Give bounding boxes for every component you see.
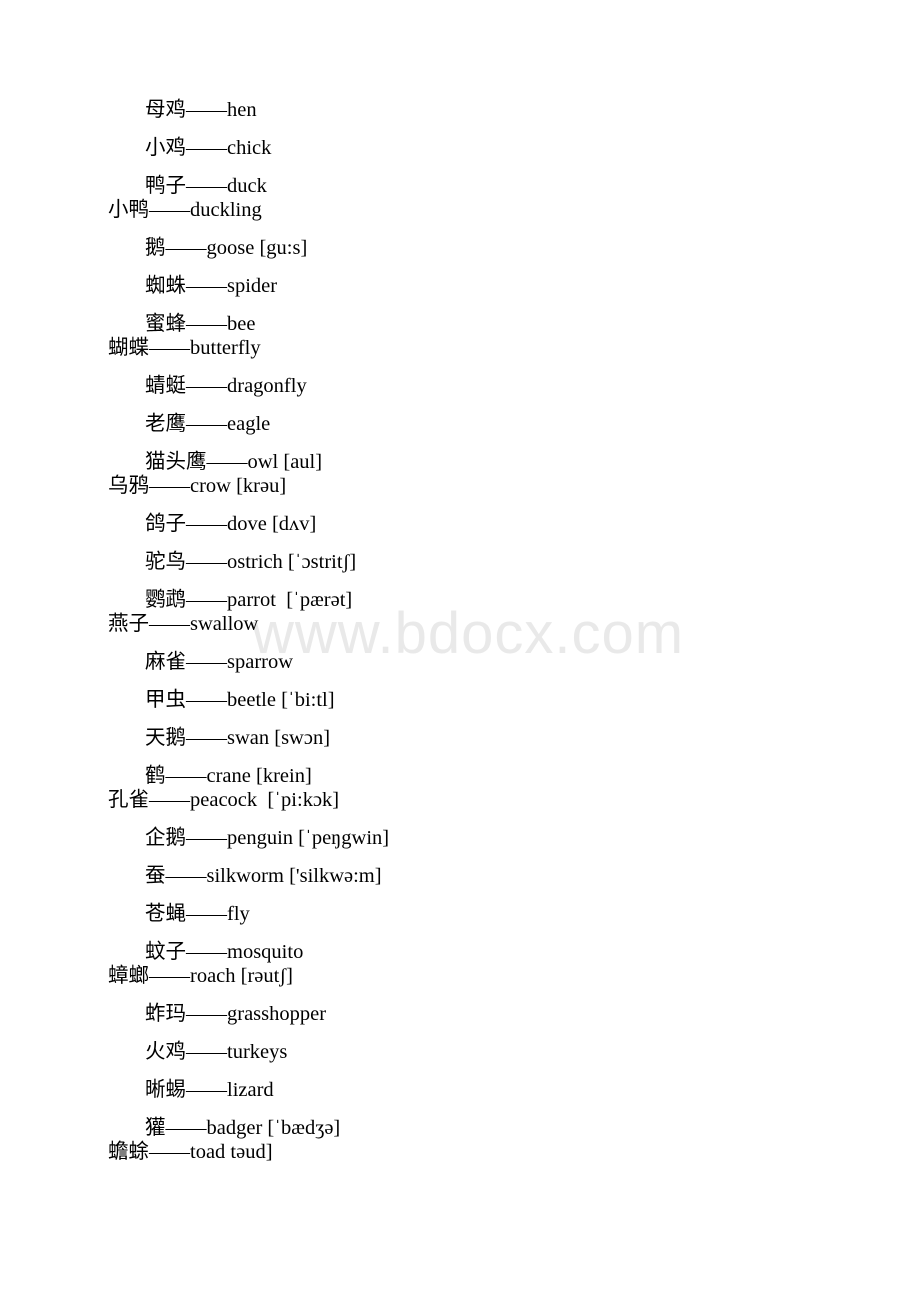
- entry-line-primary: 老鹰——eagle: [145, 413, 271, 435]
- vocabulary-list: 母鸡——hen 小鸡——chick 鸭子——duck 小鸭——duckling 鹅——g…: [108, 98, 868, 1178]
- vocabulary-entry: 鸽子——dove [dʌv]: [108, 512, 868, 536]
- vocabulary-entry: 企鹅——penguin [ˈpeŋgwin]: [108, 826, 868, 850]
- entry-line-primary: 猫头鹰——owl [aul]: [145, 451, 323, 473]
- vocabulary-entry: 天鹅——swan [swɔn]: [108, 726, 868, 750]
- entry-line-primary: 鸭子——duck: [145, 175, 267, 197]
- vocabulary-entry: 小鸡——chick: [108, 136, 868, 160]
- entry-line-primary: 蚊子——mosquito: [145, 941, 304, 963]
- entry-line-primary: 苍蝇——fly: [145, 903, 250, 925]
- entry-line-primary: 蜻蜓——dragonfly: [145, 375, 307, 397]
- vocabulary-entry: 火鸡——turkeys: [108, 1040, 868, 1064]
- entry-line-primary: 甲虫——beetle [ˈbi:tl]: [145, 689, 335, 711]
- vocabulary-entry: 蚕——silkworm ['silkwə:m]: [108, 864, 868, 888]
- document-page: www.bdocx.com 母鸡——hen 小鸡——chick 鸭子——duck 小鸭…: [0, 0, 920, 1302]
- entry-line-primary: 小鸡——chick: [145, 137, 272, 159]
- entry-line-primary: 蚕——silkworm ['silkwə:m]: [145, 865, 382, 887]
- vocabulary-entry: 蜻蜓——dragonfly: [108, 374, 868, 398]
- vocabulary-entry: 苍蝇——fly: [108, 902, 868, 926]
- entry-line-primary: 天鹅——swan [swɔn]: [145, 727, 331, 749]
- entry-line-primary: 驼鸟——ostrich [ˈɔstritʃ]: [145, 551, 357, 573]
- vocabulary-entry: 鹤——crane [krein] 孔雀——peacock [ˈpi:kɔk]: [108, 764, 868, 812]
- entry-line-wrapped: 蝴蝶——butterfly: [108, 337, 261, 359]
- vocabulary-entry: 蚱玛——grasshopper: [108, 1002, 868, 1026]
- vocabulary-entry: 母鸡——hen: [108, 98, 868, 122]
- entry-line-wrapped: 燕子——swallow: [108, 613, 259, 635]
- vocabulary-entry: 鹦鹉——parrot [ˈpærət] 燕子——swallow: [108, 588, 868, 636]
- vocabulary-entry: 蚊子——mosquito 蟑螂——roach [rəutʃ]: [108, 940, 868, 988]
- entry-line-primary: 鹦鹉——parrot [ˈpærət]: [145, 589, 353, 611]
- entry-line-wrapped: 乌鸦——crow [krəu]: [108, 475, 287, 497]
- entry-line-primary: 蚱玛——grasshopper: [145, 1003, 327, 1025]
- vocabulary-entry: 驼鸟——ostrich [ˈɔstritʃ]: [108, 550, 868, 574]
- vocabulary-entry: 蜘蛛——spider: [108, 274, 868, 298]
- entry-line-wrapped: 蟾蜍——toad təud]: [108, 1141, 273, 1163]
- vocabulary-entry: 晰蜴——lizard: [108, 1078, 868, 1102]
- entry-line-primary: 鹤——crane [krein]: [145, 765, 312, 787]
- vocabulary-entry: 甲虫——beetle [ˈbi:tl]: [108, 688, 868, 712]
- entry-line-wrapped: 蟑螂——roach [rəutʃ]: [108, 965, 294, 987]
- vocabulary-entry: 蜜蜂——bee 蝴蝶——butterfly: [108, 312, 868, 360]
- entry-line-primary: 企鹅——penguin [ˈpeŋgwin]: [145, 827, 390, 849]
- entry-line-primary: 蜘蛛——spider: [145, 275, 278, 297]
- vocabulary-entry: 猫头鹰——owl [aul] 乌鸦——crow [krəu]: [108, 450, 868, 498]
- vocabulary-entry: 獾——badger [ˈbædʒə] 蟾蜍——toad təud]: [108, 1116, 868, 1164]
- entry-line-primary: 鹅——goose [gu:s]: [145, 237, 308, 259]
- entry-line-primary: 鸽子——dove [dʌv]: [145, 513, 317, 535]
- entry-line-primary: 蜜蜂——bee: [145, 313, 256, 335]
- vocabulary-entry: 麻雀——sparrow: [108, 650, 868, 674]
- vocabulary-entry: 鹅——goose [gu:s]: [108, 236, 868, 260]
- entry-line-primary: 獾——badger [ˈbædʒə]: [145, 1117, 341, 1139]
- vocabulary-entry: 老鹰——eagle: [108, 412, 868, 436]
- vocabulary-entry: 鸭子——duck 小鸭——duckling: [108, 174, 868, 222]
- entry-line-wrapped: 小鸭——duckling: [108, 199, 262, 221]
- entry-line-primary: 麻雀——sparrow: [145, 651, 294, 673]
- entry-line-primary: 母鸡——hen: [145, 99, 257, 121]
- entry-line-primary: 晰蜴——lizard: [145, 1079, 274, 1101]
- entry-line-primary: 火鸡——turkeys: [145, 1041, 288, 1063]
- entry-line-wrapped: 孔雀——peacock [ˈpi:kɔk]: [108, 789, 340, 811]
